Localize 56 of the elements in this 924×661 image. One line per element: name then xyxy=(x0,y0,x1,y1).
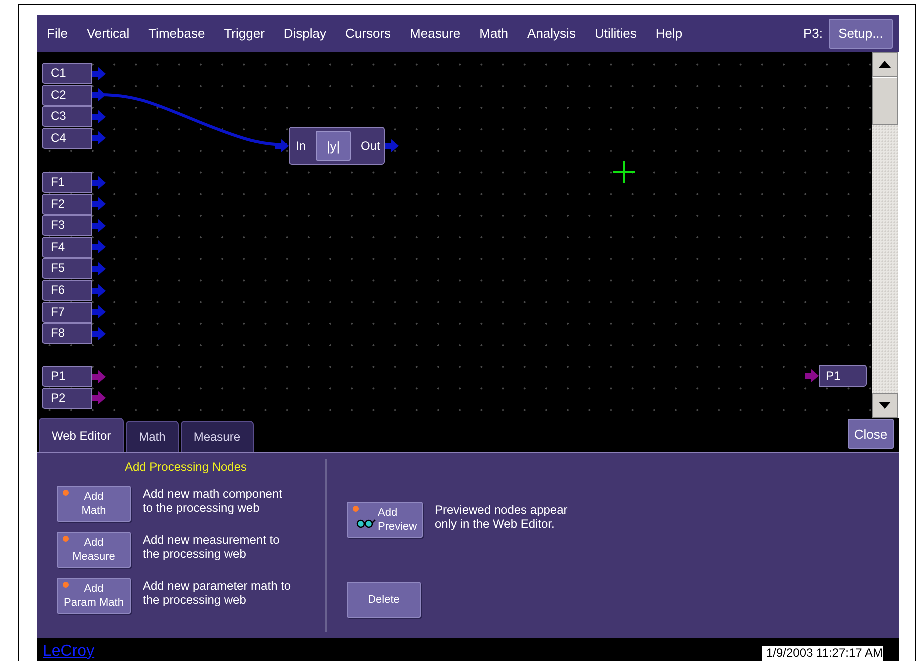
setup-button[interactable]: Setup... xyxy=(829,18,893,48)
scroll-down-button[interactable] xyxy=(872,393,898,418)
add-button[interactable]: Add Param Math xyxy=(57,578,131,614)
function-node[interactable]: In |y| Out xyxy=(289,127,386,165)
button-description: Previewed nodes appear only in the Web Editor. xyxy=(435,502,569,531)
timestamp: 1/9/2003 11:27:17 AM xyxy=(762,646,883,661)
input-arrow-icon xyxy=(275,139,289,153)
source-node[interactable]: F3 xyxy=(42,215,92,236)
button-description: Add new measurement to the processing web xyxy=(143,532,281,561)
menu-item[interactable]: Help xyxy=(648,26,691,41)
menu-item[interactable]: Trigger xyxy=(216,26,273,41)
add-button[interactable]: Add Measure xyxy=(57,532,131,568)
menu-item[interactable]: Vertical xyxy=(78,26,138,41)
add-preview-button[interactable]: Add Preview xyxy=(347,502,423,538)
up-triangle-icon xyxy=(879,61,891,68)
menu-item[interactable]: Measure xyxy=(402,26,469,41)
source-node[interactable]: P2 xyxy=(42,388,92,409)
source-node[interactable]: C4 xyxy=(42,128,92,149)
menu-item[interactable]: Utilities xyxy=(586,26,645,41)
close-button[interactable]: Close xyxy=(848,419,894,449)
add-button[interactable]: Add Math xyxy=(57,486,131,522)
source-node[interactable]: C1 xyxy=(42,63,92,84)
section-heading: Add Processing Nodes xyxy=(124,460,248,474)
source-node[interactable]: F7 xyxy=(42,302,92,323)
context-label: P3: xyxy=(803,26,823,41)
menu-item[interactable]: Timebase xyxy=(140,26,214,41)
tab[interactable]: Web Editor xyxy=(39,418,124,452)
down-triangle-icon xyxy=(879,402,891,409)
output-node[interactable]: P1 xyxy=(819,365,867,387)
source-node[interactable]: F8 xyxy=(42,323,92,344)
button-description: Add new math component to the processing web xyxy=(143,486,284,515)
operation-button[interactable]: |y| xyxy=(316,131,352,161)
tab[interactable]: Math xyxy=(126,421,179,452)
port-label: In xyxy=(296,139,306,153)
source-node[interactable]: F6 xyxy=(42,280,92,301)
tab[interactable]: Measure xyxy=(180,421,254,452)
source-node[interactable]: P1 xyxy=(42,366,92,387)
source-node[interactable]: F2 xyxy=(42,194,92,215)
source-node[interactable]: F1 xyxy=(42,172,92,193)
scrollbar-thumb[interactable] xyxy=(872,77,898,125)
menu-item[interactable]: File xyxy=(39,26,76,41)
menu-item[interactable]: Display xyxy=(276,26,335,41)
glasses-icon xyxy=(356,517,376,529)
menu-item[interactable]: Math xyxy=(472,26,517,41)
source-node[interactable]: F4 xyxy=(42,236,92,258)
source-node[interactable]: C2 xyxy=(42,84,92,106)
menu-item[interactable]: Cursors xyxy=(338,26,400,41)
crosshair-icon xyxy=(613,161,635,183)
source-node[interactable]: C3 xyxy=(42,106,92,128)
output-arrow-icon xyxy=(385,139,400,153)
button-description: Add new parameter math to the processing web xyxy=(143,578,292,607)
port-label: Out xyxy=(361,139,380,153)
delete-button[interactable]: Delete xyxy=(347,582,421,618)
source-node[interactable]: F5 xyxy=(42,258,92,280)
scroll-up-button[interactable] xyxy=(872,52,898,77)
menu-item[interactable]: Analysis xyxy=(520,26,584,41)
